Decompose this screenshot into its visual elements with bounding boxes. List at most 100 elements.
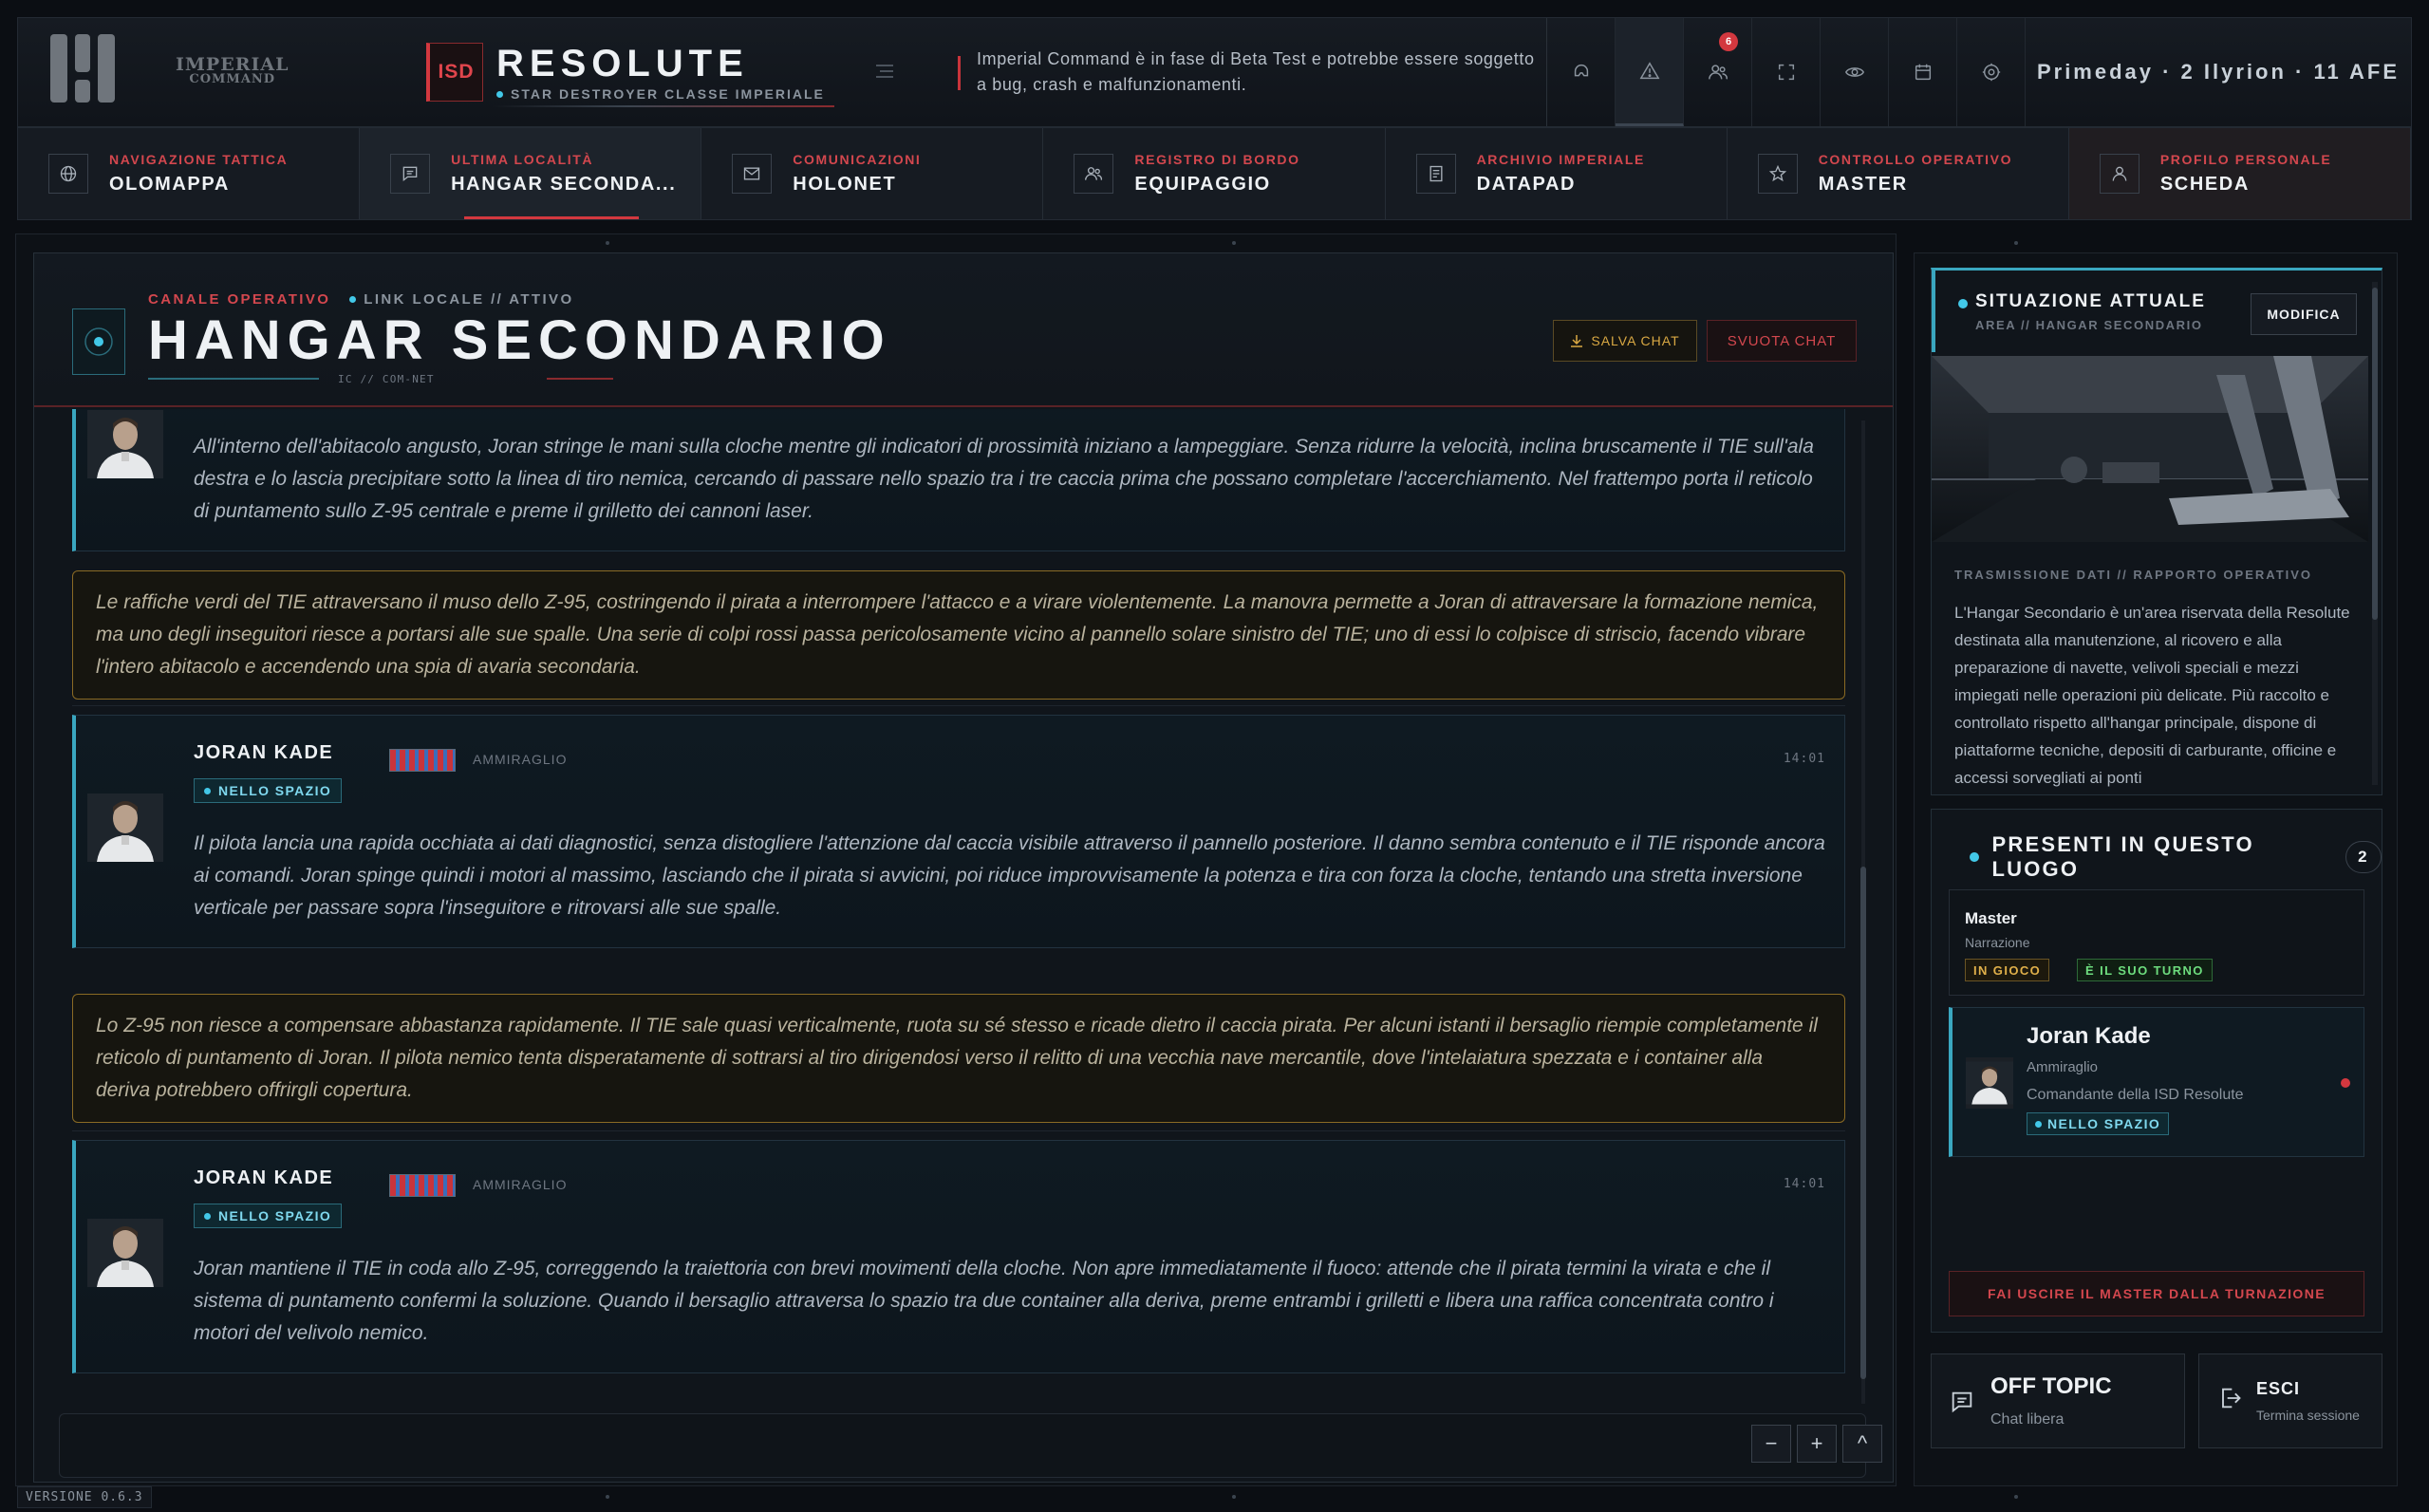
nav-master[interactable]: CONTROLLO OPERATIVO MASTER <box>1728 128 2069 219</box>
narration-message: Lo Z-95 non riesce a compensare abbastan… <box>72 994 1845 1123</box>
calendar-icon <box>1915 64 1931 81</box>
message-text: All'interno dell'abitacolo angusto, Jora… <box>194 436 1814 522</box>
off-topic-button[interactable]: OFF TOPIC Chat libera <box>1931 1353 2185 1448</box>
chat-bubble-icon <box>402 166 418 182</box>
avatar <box>1966 1057 2013 1109</box>
off-topic-subtitle: Chat libera <box>1990 1411 2065 1428</box>
users-button[interactable]: 6 <box>1684 18 1752 126</box>
nav-ultima-localita[interactable]: ULTIMA LOCALITÀ HANGAR SECONDA... <box>360 128 702 219</box>
chat-bubble-icon <box>1952 1391 1972 1413</box>
status-dot-icon <box>204 787 211 794</box>
status-dot-icon <box>1970 852 1979 862</box>
mail-icon <box>744 167 760 180</box>
rank-insignia-icon <box>389 749 456 772</box>
nav-olomappa[interactable]: NAVIGAZIONE TATTICA OLOMAPPA <box>18 128 361 219</box>
online-indicator-icon <box>2341 1078 2350 1088</box>
logout-button[interactable]: ESCI Termina sessione <box>2198 1353 2382 1448</box>
nav-scheda[interactable]: PROFILO PERSONALE SCHEDA <box>2068 128 2411 219</box>
chat-message: JORAN KADE AMMIRAGLIO 14:01 NELLO SPAZIO… <box>72 1140 1845 1373</box>
chat-panel: CANALE OPERATIVO LINK LOCALE // ATTIVO H… <box>33 252 1894 1483</box>
message-list[interactable]: All'interno dell'abitacolo angusto, Jora… <box>34 409 1866 1408</box>
avatar <box>87 1219 163 1287</box>
logo-wordmark: IMPERIAL COMMAND <box>176 54 290 87</box>
fullscreen-icon <box>1778 64 1794 81</box>
scrollbar-thumb[interactable] <box>2372 288 2378 620</box>
author-name[interactable]: JORAN KADE <box>194 742 333 764</box>
settings-button[interactable] <box>1957 18 2026 126</box>
report-label: TRASMISSIONE DATI // RAPPORTO OPERATIVO <box>1954 568 2313 582</box>
chat-scrollbar[interactable] <box>1859 420 1868 1404</box>
nav-category: ARCHIVIO IMPERIALE <box>1476 152 1645 167</box>
avatar <box>87 410 163 478</box>
toolbar-icons: 6 <box>1546 18 2026 126</box>
status-badge: NELLO SPAZIO <box>2027 1112 2170 1135</box>
alert-icon <box>1639 61 1659 79</box>
author-rank: AMMIRAGLIO <box>473 752 568 767</box>
remove-master-button[interactable]: FAI USCIRE IL MASTER DALLA TURNAZIONE <box>1949 1271 2364 1316</box>
off-topic-title: OFF TOPIC <box>1990 1373 2112 1399</box>
user-card-joran[interactable]: Joran Kade Ammiraglio Comandante della I… <box>1949 1007 2364 1157</box>
user-card-master[interactable]: Master Narrazione IN GIOCO È IL SUO TURN… <box>1949 889 2364 996</box>
imperial-logo-icon <box>50 34 128 110</box>
nav-category: ULTIMA LOCALITÀ <box>451 152 594 167</box>
status-dot-icon <box>2035 1120 2042 1128</box>
user-rank: Ammiraglio <box>2027 1059 2099 1075</box>
nav-category: COMUNICAZIONI <box>793 152 922 167</box>
present-title: PRESENTI IN QUESTO LUOGO <box>1991 832 2254 881</box>
situation-area: AREA // HANGAR SECONDARIO <box>1975 318 2203 332</box>
in-game-badge: IN GIOCO <box>1965 959 2050 981</box>
globe-icon <box>60 165 77 182</box>
situation-scrollbar[interactable] <box>2372 282 2378 785</box>
nav-category: REGISTRO DI BORDO <box>1134 152 1300 167</box>
user-role: Narrazione <box>1965 935 2030 950</box>
alert-button[interactable] <box>1616 18 1684 126</box>
chat-message: All'interno dell'abitacolo angusto, Jora… <box>72 409 1845 551</box>
hangar-image <box>1932 356 2368 542</box>
document-icon <box>1429 165 1443 182</box>
helmet-icon <box>1574 64 1588 77</box>
logout-title: ESCI <box>2256 1379 2301 1398</box>
author-name[interactable]: JORAN KADE <box>194 1167 333 1189</box>
calendar-button[interactable] <box>1889 18 1957 126</box>
version-label: VERSIONE 0.6.3 <box>17 1486 152 1508</box>
chat-message: JORAN KADE AMMIRAGLIO 14:01 NELLO SPAZIO… <box>72 715 1845 948</box>
nav-category: NAVIGAZIONE TATTICA <box>109 152 289 167</box>
helmet-button[interactable] <box>1547 18 1616 126</box>
present-count: 2 <box>2345 841 2382 873</box>
nav-label: HOLONET <box>793 174 897 195</box>
nav-label: MASTER <box>1818 174 1908 195</box>
message-text: Il pilota lancia una rapida occhiata ai … <box>194 832 1825 919</box>
zoom-in-button[interactable]: + <box>1797 1425 1837 1463</box>
save-chat-button[interactable]: SALVA CHAT <box>1553 320 1697 362</box>
beta-notice: Imperial Command è in fase di Beta Test … <box>958 18 1546 126</box>
beta-notice-text: Imperial Command è in fase di Beta Test … <box>977 49 1535 94</box>
nav-category: PROFILO PERSONALE <box>2159 152 2332 167</box>
ship-identity: ISD RESOLUTE STAR DESTROYER CLASSE IMPER… <box>388 18 958 126</box>
message-time: 14:01 <box>1783 752 1825 766</box>
link-status-icon <box>349 296 357 303</box>
nav-holonet[interactable]: COMUNICAZIONI HOLONET <box>701 128 1044 219</box>
nav-label: DATAPAD <box>1476 174 1577 195</box>
status-dot-icon <box>1958 299 1968 308</box>
game-date: Primeday · 2 Ilyrion · 11 AFE <box>2036 60 2401 84</box>
edit-situation-button[interactable]: MODIFICA <box>2251 293 2357 335</box>
user-icon <box>2112 166 2127 181</box>
nav-label: OLOMAPPA <box>109 174 230 195</box>
fullscreen-button[interactable] <box>1752 18 1821 126</box>
logout-icon <box>2222 1388 2241 1409</box>
nav-equipaggio[interactable]: REGISTRO DI BORDO EQUIPAGGIO <box>1043 128 1386 219</box>
scroll-top-button[interactable]: ^ <box>1842 1425 1882 1463</box>
link-status: LINK LOCALE // ATTIVO <box>364 291 574 308</box>
nav-datapad[interactable]: ARCHIVIO IMPERIALE DATAPAD <box>1386 128 1728 219</box>
notification-badge: 6 <box>1719 32 1738 51</box>
scrollbar-thumb[interactable] <box>1860 867 1866 1379</box>
logout-subtitle: Termina sessione <box>2256 1408 2360 1423</box>
clear-chat-button[interactable]: SVUOTA CHAT <box>1707 320 1857 362</box>
users-icon <box>1708 65 1728 80</box>
eye-button[interactable] <box>1821 18 1889 126</box>
logo-area: IMPERIAL COMMAND <box>18 18 388 126</box>
rank-insignia-icon <box>389 1174 456 1197</box>
status-badge: NELLO SPAZIO <box>194 1204 343 1228</box>
zoom-out-button[interactable]: − <box>1751 1425 1791 1463</box>
user-name: Joran Kade <box>2027 1023 2151 1049</box>
